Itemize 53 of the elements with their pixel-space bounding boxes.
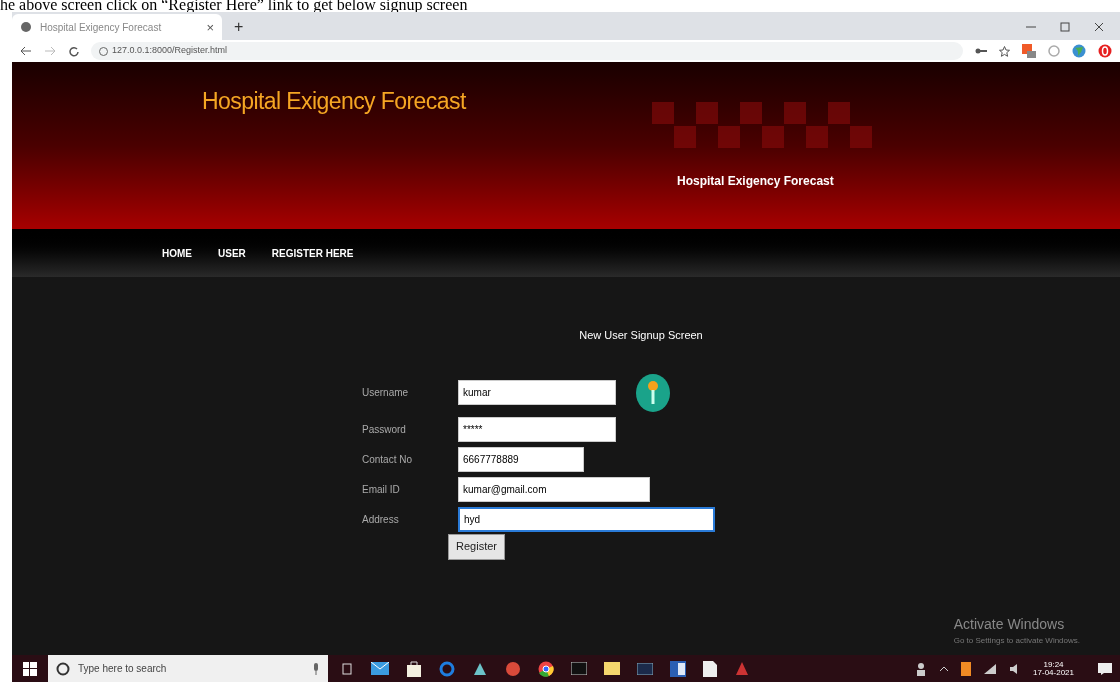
field-label: Address: [362, 512, 400, 527]
clock-date[interactable]: 17-04-2021: [1033, 668, 1074, 677]
input-field[interactable]: kumar@gmail.com: [458, 476, 650, 502]
notification-icon[interactable]: [1098, 662, 1112, 675]
key-icon[interactable]: [975, 47, 987, 55]
envelope-icon[interactable]: [371, 662, 389, 675]
close-icon[interactable]: [1094, 22, 1104, 32]
app-icon[interactable]: [961, 661, 972, 676]
watermark-text: Go to Settings to activate Windows.: [953, 635, 1080, 647]
chrome-icon[interactable]: [538, 660, 554, 677]
network-icon[interactable]: [983, 662, 998, 675]
field-label: Email ID: [362, 482, 401, 497]
input-field[interactable]: 6667778889: [458, 446, 584, 472]
windows-logo-icon[interactable]: [23, 661, 37, 676]
input-field[interactable]: *****: [458, 416, 616, 442]
nav-link[interactable]: USER: [218, 245, 246, 261]
field-label: Contact No: [362, 452, 414, 467]
field-label: Password: [362, 422, 407, 437]
task-view-icon[interactable]: [340, 662, 354, 675]
shopping-bag-icon[interactable]: [406, 660, 422, 677]
form-title: New User Signup Screen: [579, 328, 703, 343]
input-field[interactable]: hyd: [458, 506, 715, 532]
person-icon[interactable]: [915, 661, 928, 676]
search-placeholder: Type here to search: [78, 662, 168, 676]
tab-close-button[interactable]: ×: [206, 20, 214, 34]
microphone-icon[interactable]: [312, 662, 320, 675]
browser-tab[interactable]: Hospital Exigency Forecast ×: [12, 14, 222, 40]
nav-link[interactable]: HOME: [162, 245, 192, 261]
tab-title: Hospital Exigency Forecast: [40, 20, 163, 35]
app-icon[interactable]: [505, 660, 521, 677]
back-arrow-icon[interactable]: [20, 46, 32, 56]
new-tab-button[interactable]: +: [234, 19, 244, 35]
maximize-icon[interactable]: [1060, 22, 1070, 32]
word-document-icon[interactable]: [670, 660, 686, 677]
input-field[interactable]: kumar: [458, 380, 616, 405]
caret-icon[interactable]: [939, 665, 950, 672]
star-icon[interactable]: [999, 45, 1010, 57]
edge-browser-icon[interactable]: [439, 660, 455, 677]
site-title: Hospital Exigency Forecast: [202, 87, 466, 116]
reload-icon[interactable]: [68, 45, 79, 57]
clock-time[interactable]: 19:24: [1043, 660, 1064, 669]
document-icon[interactable]: [703, 660, 717, 677]
field-label: Username: [362, 386, 410, 400]
watermark-title: Activate Windows: [953, 615, 1066, 634]
register-button[interactable]: Register: [448, 533, 505, 560]
header-subtitle: Hospital Exigency Forecast: [677, 173, 834, 190]
key-icon[interactable]: [636, 373, 670, 412]
taskbar-search-field[interactable]: Type here to search: [48, 655, 328, 682]
nav-link[interactable]: REGISTER HERE: [271, 245, 354, 261]
window-icon[interactable]: [637, 662, 653, 675]
terminal-icon[interactable]: [571, 662, 587, 675]
address-bar[interactable]: 127.0.0.1:8000/Register.html: [91, 42, 963, 60]
search-icon: [56, 661, 70, 676]
